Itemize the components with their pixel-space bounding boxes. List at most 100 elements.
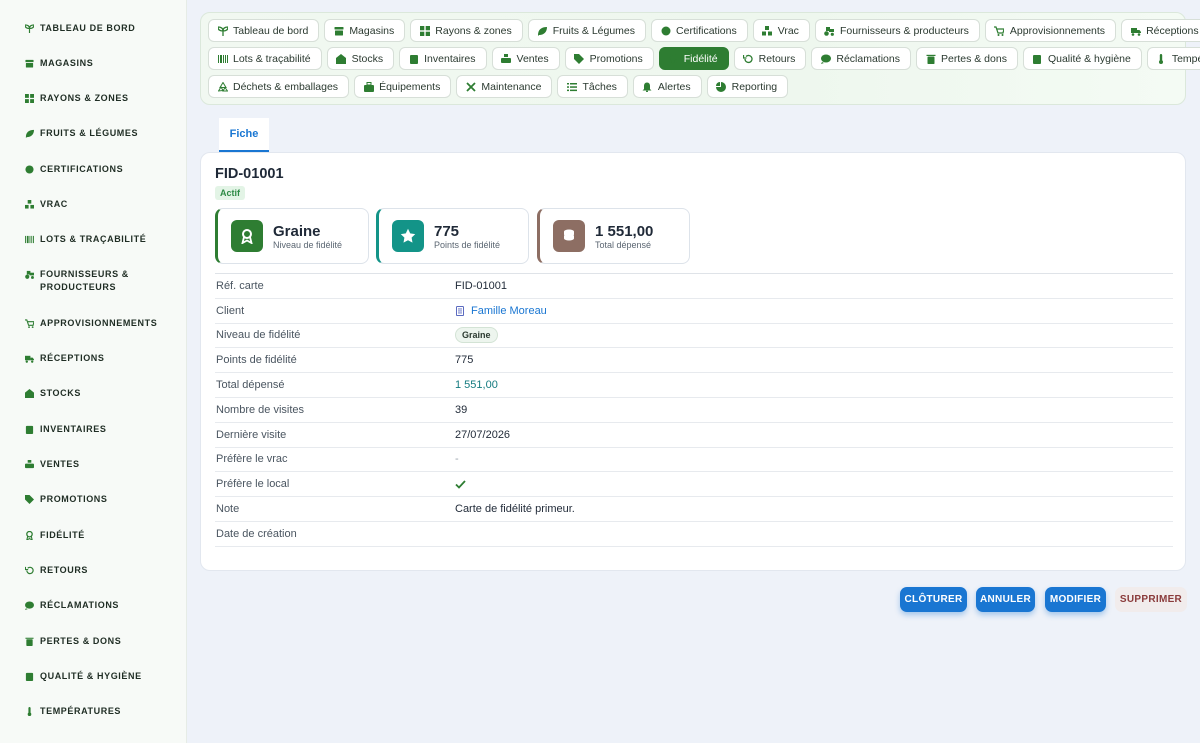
nav-pill-label: Tableau de bord (233, 24, 309, 37)
nav-pill[interactable]: Tâches (557, 75, 628, 98)
sidebar-item[interactable]: Ventes (0, 458, 180, 471)
basket-icon (24, 459, 34, 469)
close-record-button[interactable]: CLÔTURER (900, 587, 967, 612)
nav-pill[interactable]: Certifications (651, 19, 748, 42)
sidebar-item-label: Réceptions (40, 353, 105, 363)
sidebar-item-label: Stocks (40, 388, 81, 398)
sidebar-item[interactable]: Retours (0, 564, 180, 577)
sidebar-item[interactable]: Fruits & Légumes (0, 127, 180, 140)
nav-pill[interactable]: Pertes & dons (916, 47, 1018, 70)
sidebar-item-label: Promotions (40, 494, 108, 504)
sidebar-item-label: Retours (40, 565, 89, 575)
detail-table: Réf. carte FID-01001 Client Famille Moreau N… (215, 273, 1173, 547)
sidebar-item-label: Réclamations (40, 600, 120, 610)
sidebar-item[interactable]: Tableau de bord (0, 22, 180, 35)
field-value-text: FID-01001 (455, 279, 507, 292)
nav-pill[interactable]: Fournisseurs & producteurs (814, 19, 980, 42)
nav-pill[interactable]: Équipements (354, 75, 452, 98)
tractor-icon (824, 25, 835, 36)
sidebar-item[interactable]: Magasins (0, 57, 180, 70)
detail-row: Réf. carte FID-01001 (215, 274, 1173, 299)
field-label: Points de fidélité (216, 354, 297, 367)
sidebar-item[interactable]: Certifications (0, 163, 180, 176)
nav-pill[interactable]: Déchets & emballages (208, 75, 350, 98)
nav-pill[interactable]: Retours (733, 47, 807, 70)
stat-label: Total dépensé (595, 239, 652, 250)
sidebar-item[interactable]: Stocks (0, 387, 180, 400)
sidebar-item[interactable]: Lots & traçabilité (0, 233, 180, 246)
sidebar-item[interactable]: Fournisseurs & producteurs (0, 268, 180, 294)
stat-value: Graine (273, 222, 321, 240)
nav-pill[interactable]: Températures (1146, 47, 1200, 70)
barcode-icon (217, 53, 228, 64)
nav-pill[interactable]: Stocks (326, 47, 395, 70)
nav-pill[interactable]: Approvisionnements (984, 19, 1117, 42)
tab-fiche[interactable]: Fiche (219, 118, 269, 152)
sidebar-item-label: Rayons & zones (40, 93, 129, 103)
field-value[interactable]: Famille Moreau (455, 305, 547, 317)
sprout-icon (24, 23, 34, 33)
client-link[interactable]: Famille Moreau (471, 305, 547, 317)
award-icon (24, 530, 34, 540)
field-value: 1 551,00 (455, 379, 498, 391)
nav-pill-label: Stocks (351, 52, 384, 65)
sidebar-item[interactable]: Promotions (0, 493, 180, 506)
clipboard-check-icon (24, 671, 34, 681)
nav-pill[interactable]: Vrac (752, 19, 810, 42)
leaf-icon (537, 25, 548, 36)
delete-button[interactable]: SUPPRIMER (1115, 587, 1187, 612)
status-badge: Actif (215, 186, 245, 200)
nav-pill-label: Équipements (379, 80, 441, 93)
nav-pill[interactable]: Qualité & hygiène (1022, 47, 1142, 70)
pie-icon (716, 81, 727, 92)
nav-pill-label: Approvisionnements (1009, 24, 1106, 37)
nav-pill[interactable]: Réceptions (1121, 19, 1200, 42)
sidebar-item-label: Vrac (40, 199, 68, 209)
nav-pill[interactable]: Alertes (632, 75, 702, 98)
stat-value: 775 (434, 222, 460, 240)
nav-pill[interactable]: Magasins (324, 19, 406, 42)
nav-pill-label: Inventaires (424, 52, 476, 65)
nav-pill[interactable]: Ventes (491, 47, 560, 70)
nav-pill[interactable]: Fidélité (658, 47, 729, 70)
truck-icon (1130, 25, 1141, 36)
nav-pill[interactable]: Lots & traçabilité (208, 47, 322, 70)
nav-pill[interactable]: Rayons & zones (410, 19, 523, 42)
sidebar-item[interactable]: Fidélité (0, 529, 180, 542)
nav-pill[interactable]: Tableau de bord (208, 19, 320, 42)
sidebar-item[interactable]: Approvisionnements (0, 317, 180, 330)
nav-pill[interactable]: Inventaires (399, 47, 487, 70)
sidebar-item[interactable]: Réclamations (0, 599, 180, 612)
cancel-button[interactable]: ANNULER (976, 587, 1035, 612)
field-label: Date de création (216, 527, 297, 540)
nav-pill[interactable]: Reporting (706, 75, 789, 98)
edit-button[interactable]: MODIFIER (1045, 587, 1106, 612)
nav-pill-label: Pertes & dons (941, 52, 1007, 65)
store-icon (333, 25, 344, 36)
sidebar-item[interactable]: Températures (0, 705, 180, 718)
sidebar-item[interactable]: Vrac (0, 198, 180, 211)
nav-pill[interactable]: Promotions (564, 47, 654, 70)
undo-icon (24, 565, 34, 575)
nav-pill[interactable]: Fruits & Légumes (527, 19, 647, 42)
sidebar-item[interactable]: Réceptions (0, 352, 180, 365)
stat-card: 775 Points de fidélité (376, 208, 529, 264)
record-title: FID-01001 (215, 166, 284, 182)
sidebar-item[interactable]: Inventaires (0, 423, 180, 436)
sidebar-item-label: Fournisseurs & producteurs (40, 269, 129, 292)
stat-label: Points de fidélité (434, 239, 501, 250)
thermometer-icon (24, 706, 34, 716)
nav-pill-label: Qualité & hygiène (1047, 52, 1131, 65)
sidebar-item[interactable]: Qualité & hygiène (0, 670, 180, 683)
sidebar-item-label: Qualité & hygiène (40, 671, 142, 681)
nav-pill-label: Ventes (516, 52, 549, 65)
sidebar-item-label: Lots & traçabilité (40, 234, 147, 244)
sidebar-item[interactable]: Rayons & zones (0, 92, 180, 105)
detail-row: Nombre de visites 39 (215, 398, 1173, 423)
nav-pill[interactable]: Réclamations (811, 47, 911, 70)
nav-pill-label: Réceptions (1146, 24, 1199, 37)
nav-pill[interactable]: Maintenance (456, 75, 553, 98)
sidebar-item[interactable]: Pertes & dons (0, 635, 180, 648)
tools-icon (465, 81, 476, 92)
field-value-text: - (455, 453, 459, 466)
